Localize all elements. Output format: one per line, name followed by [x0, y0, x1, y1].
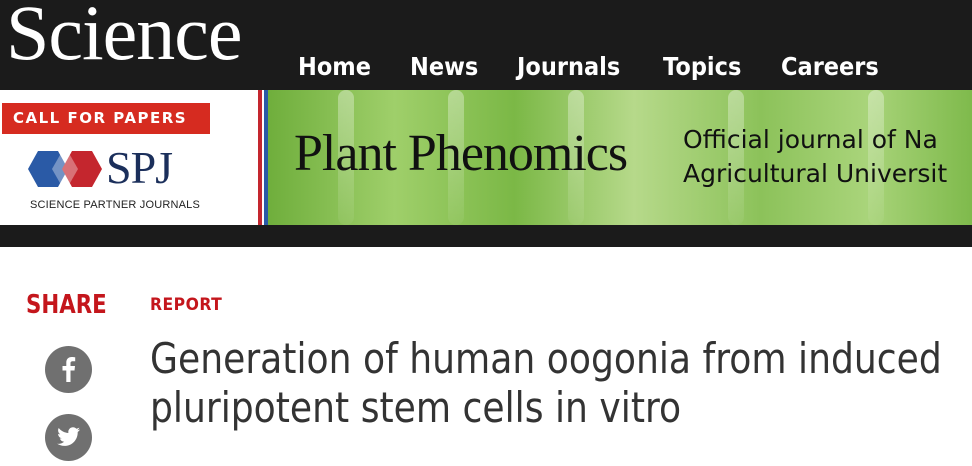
article-title-line-2: pluripotent stem cells in vitro [150, 383, 682, 432]
plant-phenomics-ad: Plant Phenomics Official journal of Na A… [268, 90, 972, 225]
official-line-2: Agricultural Universit [683, 159, 948, 188]
science-logo[interactable]: Science [6, 0, 243, 72]
call-for-papers-label: CALL FOR PAPERS [2, 103, 210, 134]
spj-panel: CALL FOR PAPERS SPJ SCIENCE PARTNER JOUR… [0, 90, 258, 225]
nav-home[interactable]: Home [298, 51, 371, 83]
nav-topics[interactable]: Topics [663, 51, 741, 83]
twitter-icon [57, 427, 80, 446]
journal-title: Plant Phenomics [294, 125, 628, 182]
banner-bottom-strip [0, 225, 972, 247]
share-label: SHARE [26, 290, 107, 320]
main-nav: Home News Journals Topics Careers [298, 51, 920, 83]
nav-careers[interactable]: Careers [781, 51, 879, 83]
official-line-1: Official journal of Na [683, 125, 938, 154]
nav-journals[interactable]: Journals [517, 51, 620, 83]
spj-hexagon-icon [28, 151, 102, 187]
official-journal-text: Official journal of Na Agricultural Univ… [683, 123, 947, 191]
top-navigation-bar: Science Home News Journals Topics Career… [0, 0, 972, 90]
nav-news[interactable]: News [410, 51, 478, 83]
spj-subtitle: SCIENCE PARTNER JOURNALS [30, 199, 201, 211]
spj-wordmark: SPJ [106, 142, 173, 193]
article-title: Generation of human oogonia from induced… [150, 334, 942, 432]
article-type-label: REPORT [150, 295, 223, 315]
facebook-icon [62, 357, 76, 382]
twitter-share-button[interactable] [45, 414, 92, 461]
ad-banner[interactable]: CALL FOR PAPERS SPJ SCIENCE PARTNER JOUR… [0, 90, 972, 225]
facebook-share-button[interactable] [45, 346, 92, 393]
article-title-line-1: Generation of human oogonia from induced [150, 334, 942, 383]
